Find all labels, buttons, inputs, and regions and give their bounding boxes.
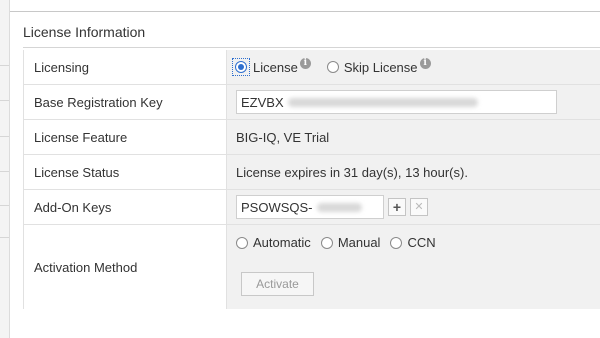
automatic-radio[interactable] bbox=[236, 236, 248, 249]
feature-row: License Feature BIG-IQ, VE Trial bbox=[23, 120, 600, 155]
plus-icon[interactable]: + bbox=[388, 198, 406, 216]
addon-key-value: PSOWSQS- bbox=[241, 199, 313, 215]
license-radio-focus bbox=[232, 58, 250, 76]
automatic-label: Automatic bbox=[253, 235, 311, 250]
skip-license-option-label: Skip License bbox=[343, 59, 418, 75]
ccn-radio[interactable] bbox=[390, 236, 403, 249]
manual-label: Manual bbox=[337, 235, 381, 250]
base-key-label: Base Registration Key bbox=[23, 85, 227, 119]
top-divider bbox=[10, 11, 600, 12]
automatic-option[interactable]: Automatic bbox=[236, 235, 311, 250]
feature-value: BIG-IQ, VE Trial bbox=[227, 120, 600, 154]
section-title: License Information bbox=[23, 24, 146, 40]
addon-key-input[interactable]: PSOWSQS- bbox=[236, 195, 384, 219]
info-icon[interactable]: i bbox=[299, 57, 311, 69]
license-radio[interactable] bbox=[235, 61, 247, 73]
licensing-label: Licensing bbox=[23, 50, 227, 84]
activation-row: Activation Method Automatic Manual CCN A… bbox=[23, 225, 600, 309]
status-value: License expires in 31 day(s), 13 hour(s)… bbox=[227, 155, 600, 189]
skip-license-option[interactable]: Skip License i bbox=[326, 57, 431, 75]
manual-radio[interactable] bbox=[320, 236, 333, 249]
license-form: Licensing License i Skip License i Base … bbox=[23, 50, 600, 309]
ccn-label: CCN bbox=[407, 235, 436, 250]
feature-label: License Feature bbox=[23, 120, 227, 154]
close-icon[interactable]: ✕ bbox=[410, 198, 428, 216]
addon-label: Add-On Keys bbox=[23, 190, 227, 224]
ccn-option[interactable]: CCN bbox=[390, 235, 436, 250]
manual-option[interactable]: Manual bbox=[320, 235, 381, 250]
skip-license-radio[interactable] bbox=[326, 61, 339, 73]
redacted-text bbox=[287, 97, 478, 107]
licensing-row: Licensing License i Skip License i bbox=[23, 50, 600, 85]
base-key-value: EZVBX bbox=[241, 94, 284, 110]
redacted-text bbox=[316, 202, 362, 212]
left-border bbox=[9, 0, 10, 338]
info-icon[interactable]: i bbox=[419, 57, 431, 69]
status-row: License Status License expires in 31 day… bbox=[23, 155, 600, 190]
license-option-label: License bbox=[253, 59, 298, 75]
base-key-row: Base Registration Key EZVBX bbox=[23, 85, 600, 120]
activate-button[interactable]: Activate bbox=[241, 272, 314, 296]
addon-row: Add-On Keys PSOWSQS- + ✕ bbox=[23, 190, 600, 225]
licensing-options: License i Skip License i bbox=[227, 50, 600, 84]
activation-options: Automatic Manual CCN bbox=[236, 235, 446, 250]
license-option[interactable]: License i bbox=[232, 57, 311, 76]
activation-label: Activation Method bbox=[23, 225, 227, 309]
section-divider bbox=[23, 47, 600, 48]
status-label: License Status bbox=[23, 155, 227, 189]
base-key-input[interactable]: EZVBX bbox=[236, 90, 557, 114]
